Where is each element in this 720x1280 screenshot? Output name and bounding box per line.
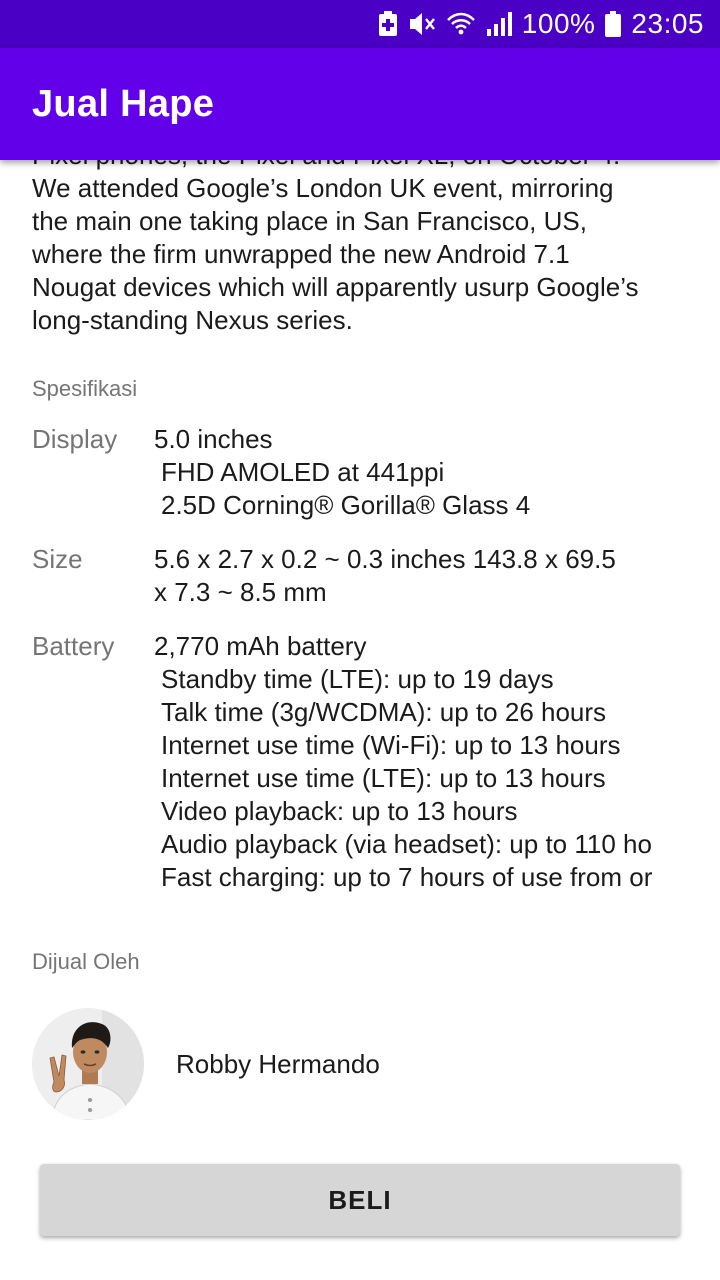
spec-key-battery: Battery (32, 631, 115, 661)
spec-line: Talk time (3g/WCDMA): up to 26 hours (161, 697, 607, 727)
status-bar: 100% 23:05 (0, 0, 720, 48)
description-line: long-standing Nexus series. (32, 305, 353, 335)
product-description: Pixel phones, the Pixel and Pixel XL, on… (32, 139, 692, 337)
spec-row-battery: Battery 2,770 mAh battery Standby time (… (32, 630, 702, 894)
seller-photo-icon (32, 1008, 144, 1120)
battery-icon (605, 10, 622, 38)
wifi-icon (446, 10, 476, 38)
spec-line: x 7.3 ~ 8.5 mm (154, 577, 327, 607)
spec-row-display: Display 5.0 inches FHD AMOLED at 441ppi … (32, 423, 702, 522)
spec-key-size: Size (32, 544, 83, 574)
spec-line: 2.5D Corning® Gorilla® Glass 4 (161, 490, 531, 520)
spec-value-size: 5.6 x 2.7 x 0.2 ~ 0.3 inches 143.8 x 69.… (154, 543, 702, 609)
seller-avatar (32, 1008, 144, 1120)
app-bar: Jual Hape (0, 48, 720, 160)
mute-icon (408, 10, 436, 38)
clock: 23:05 (631, 8, 704, 39)
spec-line: 2,770 mAh battery (154, 631, 367, 661)
spec-line: Audio playback (via headset): up to 110 … (161, 829, 652, 859)
seller-name[interactable]: Robby Hermando (176, 1049, 380, 1080)
spec-line: 5.6 x 2.7 x 0.2 ~ 0.3 inches 143.8 x 69.… (154, 544, 616, 574)
spec-line: Internet use time (Wi-Fi): up to 13 hour… (161, 730, 621, 760)
spec-section-label: Spesifikasi (32, 376, 138, 401)
spec-line: Internet use time (LTE): up to 13 hours (161, 763, 606, 793)
description-line: where the firm unwrapped the new Android… (32, 239, 570, 269)
spec-key-display: Display (32, 424, 118, 454)
battery-saver-icon (378, 10, 398, 38)
spec-value-display: 5.0 inches FHD AMOLED at 441ppi 2.5D Cor… (154, 423, 702, 522)
spec-line: Standby time (LTE): up to 19 days (161, 664, 554, 694)
seller-row: Robby Hermando (32, 1008, 380, 1120)
description-line: the main one taking place in San Francis… (32, 206, 587, 236)
seller-section-label: Dijual Oleh (32, 949, 140, 974)
spec-row-size: Size 5.6 x 2.7 x 0.2 ~ 0.3 inches 143.8 … (32, 543, 702, 609)
product-detail-scroll[interactable]: Pixel phones, the Pixel and Pixel XL, on… (0, 0, 720, 1280)
description-line: We attended Google’s London UK event, mi… (32, 173, 614, 203)
app-title: Jual Hape (32, 82, 215, 125)
spec-line: Fast charging: up to 7 hours of use from… (161, 862, 653, 892)
signal-icon (486, 10, 512, 38)
spec-line: Video playback: up to 13 hours (161, 796, 518, 826)
spec-line: FHD AMOLED at 441ppi (161, 457, 445, 487)
buy-button[interactable]: BELI (40, 1164, 680, 1236)
description-line: Nougat devices which will apparently usu… (32, 272, 639, 302)
spec-value-battery: 2,770 mAh battery Standby time (LTE): up… (154, 630, 688, 894)
battery-percent: 100% (521, 8, 596, 39)
spec-line: 5.0 inches (154, 424, 273, 454)
